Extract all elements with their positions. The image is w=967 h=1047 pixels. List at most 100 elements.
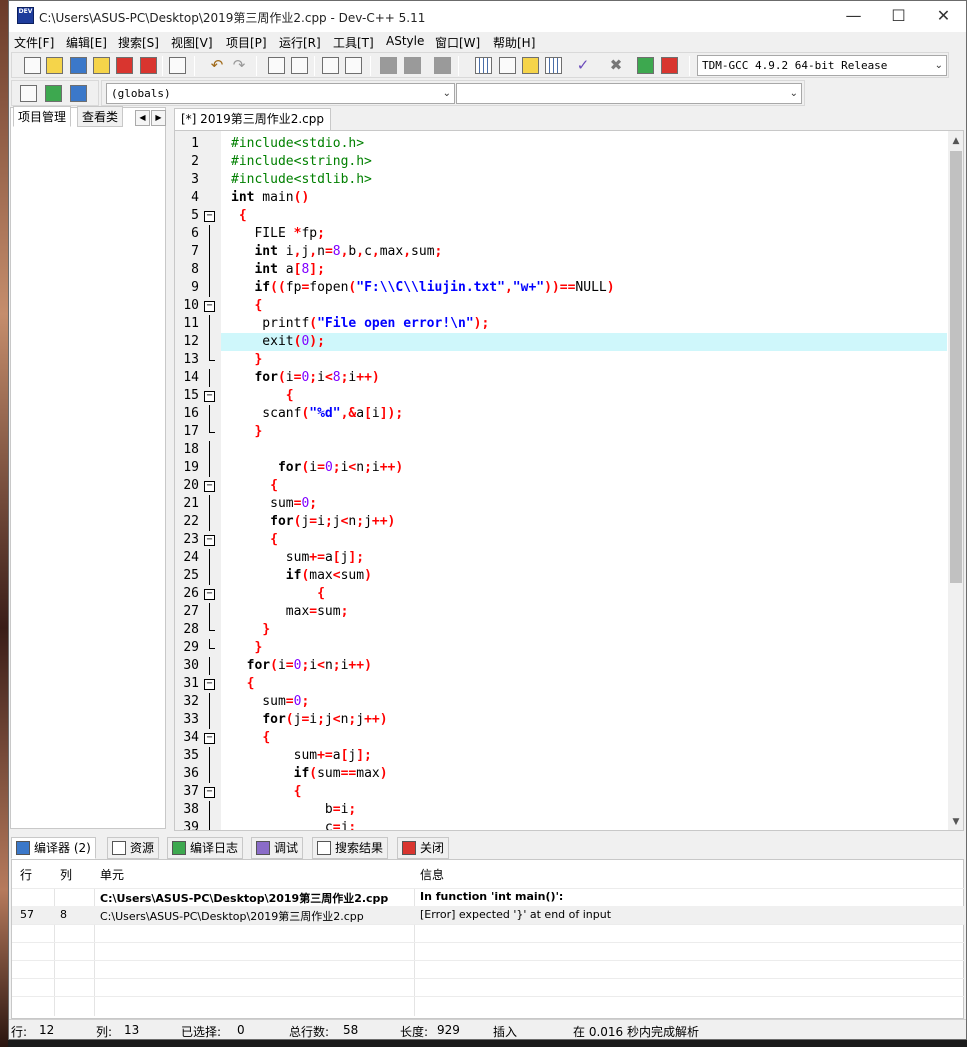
tab-close[interactable]: 关闭 xyxy=(397,837,450,859)
close-file-icon[interactable] xyxy=(116,57,133,74)
fold-collapse-icon[interactable]: − xyxy=(204,535,215,546)
code-line: 6 FILE *fp; xyxy=(191,225,325,243)
status-length-label: 长度: xyxy=(400,1025,429,1039)
run-icon[interactable] xyxy=(499,57,516,74)
compiler-grid-icon xyxy=(16,841,30,855)
menu-project[interactable]: 项目[P] xyxy=(226,34,267,51)
tab-debug[interactable]: 调试 xyxy=(251,837,304,859)
compile-icon[interactable] xyxy=(475,57,492,74)
toolbar-separator xyxy=(162,56,163,76)
tab-search-results-label: 搜索结果 xyxy=(335,841,384,855)
code-line: 25 if(max<sum) xyxy=(183,567,372,585)
tab-scroll-right-icon[interactable]: ▶ xyxy=(151,110,166,126)
table-row[interactable]: 57 8 C:\Users\ASUS-PC\Desktop\2019第三周作业2… xyxy=(12,906,965,924)
open-file-icon[interactable] xyxy=(46,57,63,74)
header-unit[interactable]: 单元 xyxy=(100,866,124,883)
replace-icon[interactable] xyxy=(291,57,308,74)
code-line-current: 12 exit(0); xyxy=(175,333,963,351)
fold-collapse-icon[interactable]: − xyxy=(204,481,215,492)
close-all-icon[interactable] xyxy=(140,57,157,74)
code-line: 30 for(i=0;i<n;i++) xyxy=(183,657,372,675)
code-line: 16 scanf("%d",&a[i]); xyxy=(183,405,404,423)
fold-collapse-icon[interactable]: − xyxy=(204,391,215,402)
check-icon xyxy=(256,841,270,855)
row-unit: C:\Users\ASUS-PC\Desktop\2019第三周作业2.cpp xyxy=(100,892,389,905)
insert-icon[interactable] xyxy=(20,85,37,102)
fold-collapse-icon[interactable]: − xyxy=(204,301,215,312)
code-line: 8 int a[8]; xyxy=(191,261,325,279)
redo-icon[interactable]: ↷ xyxy=(230,57,248,75)
menu-view[interactable]: 视图[V] xyxy=(171,34,213,51)
compile-run-icon[interactable] xyxy=(522,57,539,74)
code-line: 37− { xyxy=(183,784,302,799)
new-file-icon[interactable] xyxy=(24,57,41,74)
menu-search[interactable]: 搜索[S] xyxy=(118,34,159,51)
table-header: 行 列 单元 信息 xyxy=(12,860,965,888)
header-col[interactable]: 列 xyxy=(60,866,72,883)
fold-collapse-icon[interactable]: − xyxy=(204,679,215,690)
code-line: 28 } xyxy=(183,621,271,637)
tab-compile-log[interactable]: 编译日志 xyxy=(167,837,244,859)
header-message[interactable]: 信息 xyxy=(420,866,444,883)
menu-run[interactable]: 运行[R] xyxy=(279,34,321,51)
save-all-icon[interactable] xyxy=(93,57,110,74)
rebuild-all-icon[interactable] xyxy=(545,57,562,74)
close-icon xyxy=(402,841,416,855)
toggle-bookmark-icon[interactable] xyxy=(45,85,62,102)
status-row-label: 行: xyxy=(11,1025,28,1039)
scope-select[interactable]: (globals) ⌄ xyxy=(106,83,455,104)
menu-edit[interactable]: 编辑[E] xyxy=(66,34,107,51)
row-col: 8 xyxy=(60,908,67,921)
code-line: 21 sum=0; xyxy=(183,495,318,513)
goto-bookmark-icon[interactable] xyxy=(70,85,87,102)
syntax-check-icon[interactable]: ✓ xyxy=(574,57,592,75)
delete-profile-icon[interactable] xyxy=(661,57,678,74)
compiler-select[interactable]: TDM-GCC 4.9.2 64-bit Release ⌄ xyxy=(697,55,947,76)
tab-resources[interactable]: 资源 xyxy=(107,837,160,859)
undo-icon[interactable]: ↶ xyxy=(208,57,226,75)
code-line: 10− { xyxy=(183,298,263,313)
table-row[interactable]: C:\Users\ASUS-PC\Desktop\2019第三周作业2.cpp … xyxy=(12,888,965,906)
goto-line-icon[interactable] xyxy=(345,57,362,74)
tab-search-results[interactable]: 搜索结果 xyxy=(312,837,389,859)
code-line: 14 for(i=0;i<8;i++) xyxy=(183,369,380,387)
fold-collapse-icon[interactable]: − xyxy=(204,211,215,222)
project-panel: 项目管理 查看类 ◀ ▶ xyxy=(10,106,166,829)
status-bar: 行: 12 列: 13 已选择: 0 总行数: 58 长度: 929 插入 在 … xyxy=(9,1019,966,1039)
tab-project-manager[interactable]: 项目管理 xyxy=(13,106,72,127)
indent-icon[interactable] xyxy=(322,57,339,74)
maximize-button[interactable]: ☐ xyxy=(876,1,921,32)
menu-file[interactable]: 文件[F] xyxy=(14,34,54,51)
minimize-button[interactable]: — xyxy=(831,1,876,32)
profile-icon[interactable] xyxy=(637,57,654,74)
editor-file-tab[interactable]: [*] 2019第三周作业2.cpp xyxy=(174,108,331,130)
close-button[interactable]: ✕ xyxy=(921,1,966,32)
function-select[interactable]: ⌄ xyxy=(456,83,802,104)
tab-resources-label: 资源 xyxy=(130,841,155,855)
code-editor[interactable]: ▲ ▼ 1 #include<stdio.h> 2 #include<string.… xyxy=(174,130,964,831)
print-icon[interactable] xyxy=(169,57,186,74)
stop-execution-icon[interactable]: ✖ xyxy=(607,57,625,75)
menu-window[interactable]: 窗口[W] xyxy=(435,34,480,51)
add-to-project-icon[interactable] xyxy=(380,57,397,74)
tab-class-browser[interactable]: 查看类 xyxy=(77,106,124,127)
find-icon[interactable] xyxy=(268,57,285,74)
fold-collapse-icon[interactable]: − xyxy=(204,787,215,798)
tab-scroll-left-icon[interactable]: ◀ xyxy=(135,110,150,126)
tab-compiler[interactable]: 编译器 (2) xyxy=(11,837,96,859)
menu-tools[interactable]: 工具[T] xyxy=(333,34,374,51)
compiler-messages-table: 行 列 单元 信息 C:\Users\ASUS-PC\Desktop\2019第… xyxy=(11,859,965,1019)
devcpp-app-icon: DEV xyxy=(17,7,34,24)
fold-collapse-icon[interactable]: − xyxy=(204,589,215,600)
status-col-value: 13 xyxy=(124,1023,140,1037)
menu-astyle[interactable]: AStyle xyxy=(386,34,424,48)
save-icon[interactable] xyxy=(70,57,87,74)
row-message: In function 'int main()': xyxy=(420,890,564,903)
bar-chart-icon xyxy=(172,841,186,855)
remove-from-project-icon[interactable] xyxy=(404,57,421,74)
header-line[interactable]: 行 xyxy=(20,866,32,883)
project-options-icon[interactable] xyxy=(434,57,451,74)
menu-help[interactable]: 帮助[H] xyxy=(493,34,535,51)
fold-collapse-icon[interactable]: − xyxy=(204,733,215,744)
code-line: 13 } xyxy=(183,351,263,367)
